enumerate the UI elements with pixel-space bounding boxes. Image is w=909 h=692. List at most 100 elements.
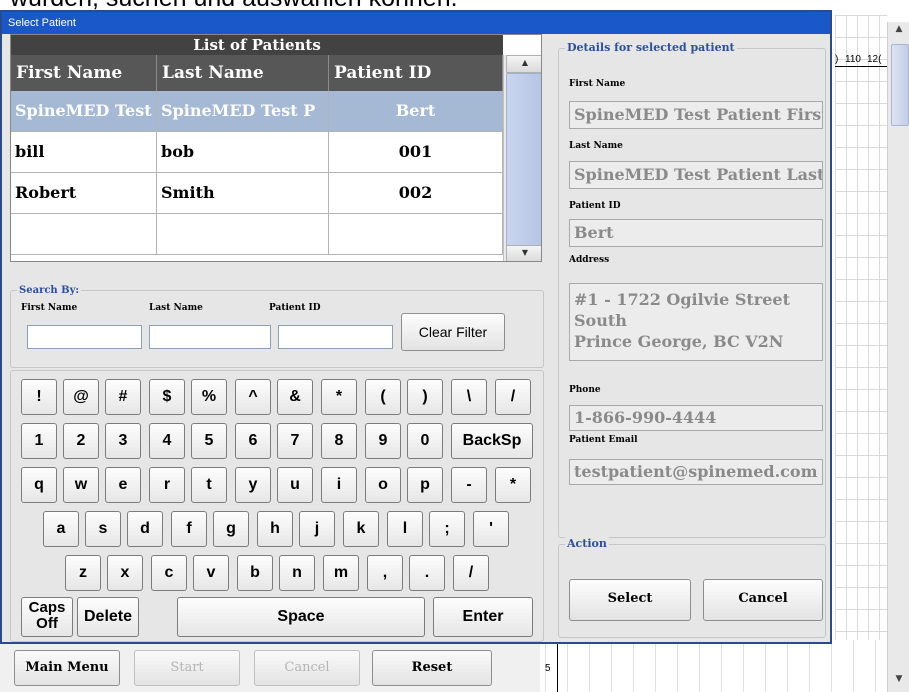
key[interactable]: m <box>323 555 359 591</box>
cancel-run-button[interactable]: Cancel <box>254 650 360 686</box>
key[interactable]: ' <box>473 511 509 547</box>
key[interactable]: j <box>299 511 335 547</box>
key[interactable]: 9 <box>365 423 401 459</box>
key[interactable]: h <box>257 511 293 547</box>
cell-last-name <box>157 214 329 254</box>
key[interactable]: p <box>407 467 443 503</box>
key[interactable]: ^ <box>235 379 271 415</box>
key[interactable]: \ <box>451 379 487 415</box>
key[interactable]: ( <box>365 379 401 415</box>
clear-filter-button[interactable]: Clear Filter <box>401 313 505 351</box>
key[interactable]: ! <box>21 379 57 415</box>
search-patient-id-input[interactable] <box>278 325 393 349</box>
dialog-title-bar[interactable]: Select Patient <box>2 12 830 34</box>
key[interactable]: 0 <box>407 423 443 459</box>
key[interactable]: # <box>105 379 141 415</box>
key[interactable]: z <box>65 555 101 591</box>
enter-key[interactable]: Enter <box>433 597 533 637</box>
delete-key[interactable]: Delete <box>77 597 139 637</box>
key[interactable]: , <box>367 555 403 591</box>
key[interactable]: . <box>409 555 445 591</box>
chevron-down-icon[interactable]: ▼ <box>506 245 541 261</box>
app-vertical-scrollbar[interactable]: ▲ ▼ <box>887 22 909 692</box>
scroll-up-icon[interactable]: ▲ <box>891 24 907 38</box>
key[interactable]: ; <box>429 511 465 547</box>
select-patient-dialog: Select Patient List of Patients First Na… <box>0 10 832 644</box>
key[interactable]: 2 <box>63 423 99 459</box>
key[interactable]: r <box>149 467 185 503</box>
key[interactable]: x <box>107 555 143 591</box>
column-header-patient-id[interactable]: Patient ID <box>329 55 503 91</box>
details-email-label: Patient Email <box>569 435 638 445</box>
reset-button[interactable]: Reset <box>372 650 492 686</box>
key[interactable]: d <box>127 511 163 547</box>
key[interactable]: 6 <box>235 423 271 459</box>
scroll-thumb[interactable] <box>891 44 909 126</box>
key[interactable]: q <box>21 467 57 503</box>
space-key[interactable]: Space <box>177 597 425 637</box>
search-last-name-input[interactable] <box>149 325 271 349</box>
key[interactable]: s <box>85 511 121 547</box>
table-row[interactable] <box>11 214 503 255</box>
key[interactable]: - <box>451 467 487 503</box>
column-header-first-name[interactable]: First Name <box>11 55 157 91</box>
key[interactable]: t <box>191 467 227 503</box>
table-scrollbar[interactable]: ▲ ▼ <box>503 55 541 261</box>
cell-last-name: Smith <box>157 173 329 213</box>
key[interactable]: 3 <box>105 423 141 459</box>
key[interactable]: * <box>495 467 531 503</box>
key[interactable]: 1 <box>21 423 57 459</box>
key[interactable]: * <box>321 379 357 415</box>
action-legend: Action <box>565 537 609 550</box>
table-row[interactable]: bill bob 001 <box>11 132 503 173</box>
backspace-key[interactable]: BackSp <box>451 423 533 459</box>
table-row-selected[interactable]: SpineMED Test SpineMED Test P Bert <box>11 91 503 132</box>
table-scroll-thumb[interactable] <box>506 73 541 247</box>
search-legend: Search By: <box>17 285 82 296</box>
search-first-name-input[interactable] <box>27 325 142 349</box>
cancel-button[interactable]: Cancel <box>703 579 823 621</box>
cell-patient-id: 001 <box>329 132 503 172</box>
cell-patient-id: Bert <box>329 91 503 131</box>
details-last-name-field: SpineMED Test Patient Last <box>569 161 823 189</box>
table-row[interactable]: Robert Smith 002 <box>11 173 503 214</box>
caps-lock-key[interactable]: Caps Off <box>21 597 73 637</box>
key[interactable]: ) <box>407 379 443 415</box>
key[interactable]: n <box>279 555 315 591</box>
key[interactable]: @ <box>63 379 99 415</box>
key[interactable]: u <box>277 467 313 503</box>
key[interactable]: w <box>63 467 99 503</box>
patient-details-panel: Details for selected patient First Name … <box>558 41 826 538</box>
key[interactable]: b <box>237 555 273 591</box>
key[interactable]: c <box>151 555 187 591</box>
key[interactable]: e <box>105 467 141 503</box>
key[interactable]: 7 <box>277 423 313 459</box>
y-axis-line <box>557 640 558 692</box>
key[interactable]: 8 <box>321 423 357 459</box>
key[interactable]: v <box>193 555 229 591</box>
key[interactable]: / <box>453 555 489 591</box>
key[interactable]: a <box>43 511 79 547</box>
cell-patient-id: 002 <box>329 173 503 213</box>
column-header-last-name[interactable]: Last Name <box>157 55 329 91</box>
key[interactable]: y <box>235 467 271 503</box>
cell-first-name: SpineMED Test <box>11 91 157 131</box>
key[interactable]: / <box>495 379 531 415</box>
key[interactable]: l <box>387 511 423 547</box>
key[interactable]: o <box>365 467 401 503</box>
key[interactable]: f <box>171 511 207 547</box>
chart-ruler: ) 110 12( <box>835 50 887 70</box>
scroll-down-icon[interactable]: ▼ <box>891 674 907 688</box>
main-menu-button[interactable]: Main Menu <box>14 650 120 686</box>
key[interactable]: i <box>321 467 357 503</box>
key[interactable]: & <box>277 379 313 415</box>
chevron-up-icon[interactable]: ▲ <box>506 55 541 73</box>
key[interactable]: g <box>213 511 249 547</box>
start-button[interactable]: Start <box>134 650 240 686</box>
select-button[interactable]: Select <box>569 579 691 621</box>
key[interactable]: 4 <box>149 423 185 459</box>
key[interactable]: % <box>191 379 227 415</box>
key[interactable]: $ <box>149 379 185 415</box>
key[interactable]: k <box>343 511 379 547</box>
key[interactable]: 5 <box>191 423 227 459</box>
